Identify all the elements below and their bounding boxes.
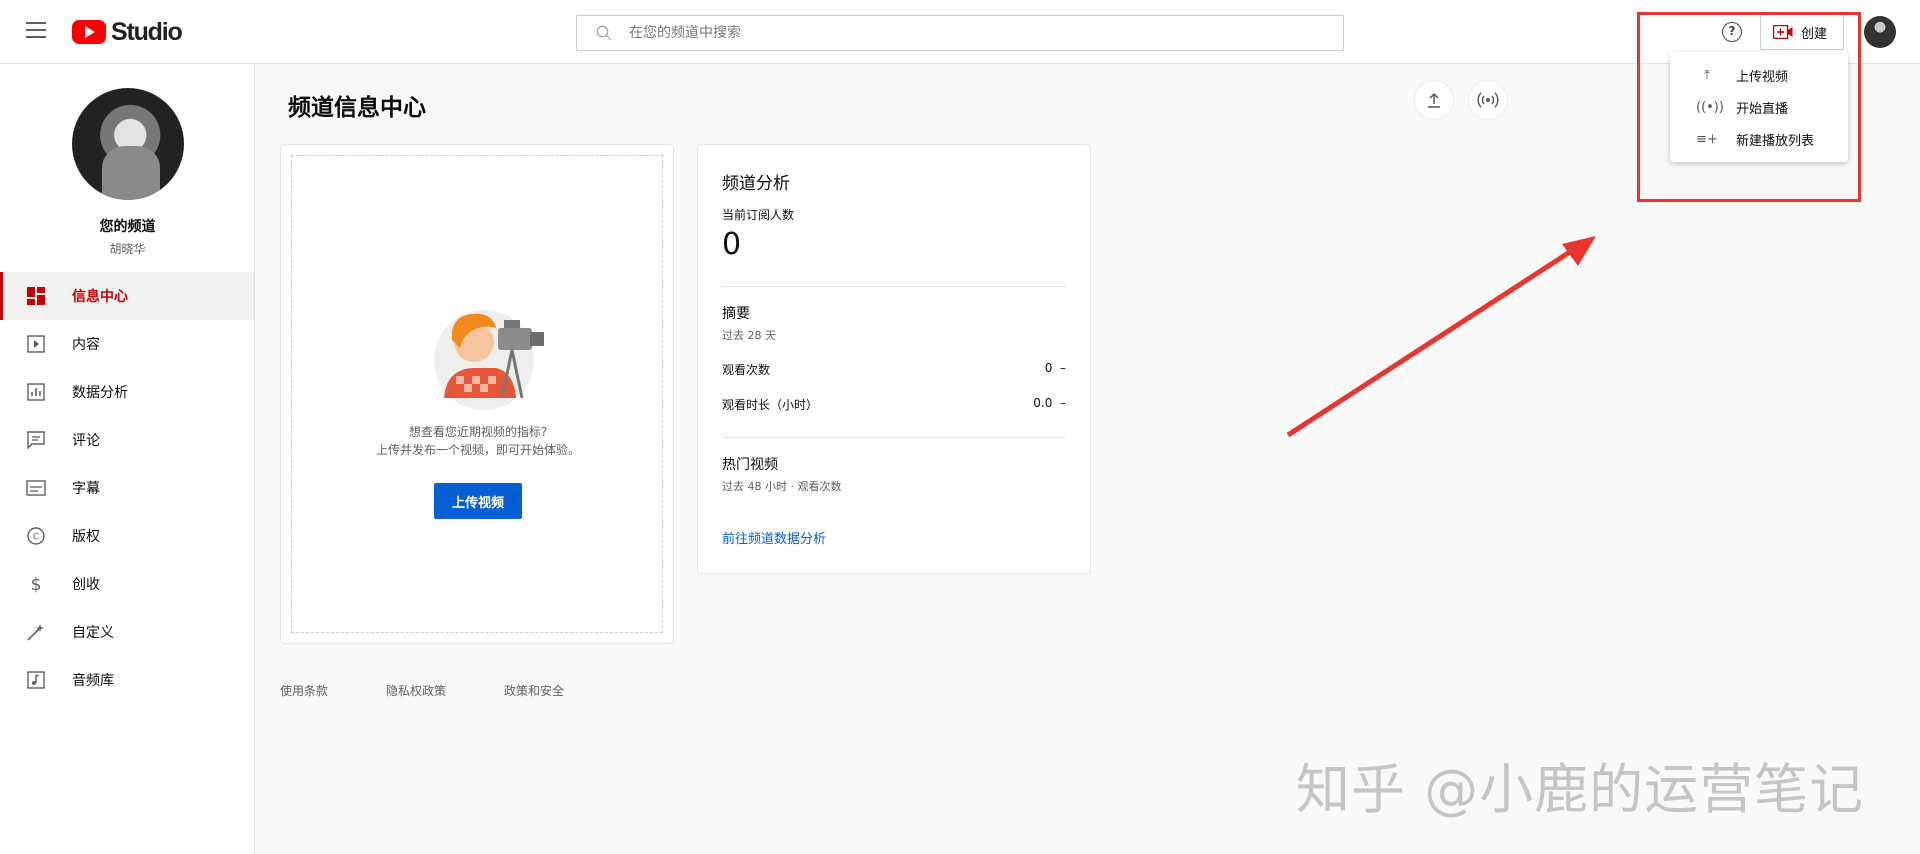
subscribers-label: 当前订阅人数 [722,208,795,222]
stat-label: 观看次数 [722,363,771,377]
channel-owner: 胡晓华 [109,242,146,256]
go-live-shortcut-button[interactable] [1468,80,1508,120]
footer-link-policy[interactable]: 政策和安全 [504,682,564,699]
annotation-arrow [1286,236,1596,438]
sidebar-item-dashboard[interactable]: 信息中心 [0,272,254,320]
stat-value: 0.0 – [1033,396,1066,410]
footer-link-terms[interactable]: 使用条款 [280,682,328,699]
upload-shortcut-button[interactable] [1414,80,1454,120]
sidebar-item-copyright[interactable]: C 版权 [0,512,254,560]
footer-links: 使用条款 隐私权政策 政策和安全 [280,682,622,699]
search-input[interactable] [629,25,1229,41]
sidebar-item-content[interactable]: 内容 [0,320,254,368]
sidebar: 您的频道 胡晓华 信息中心 内容 数据分析 评论 字幕 C 版权 $ 创收 自定… [0,64,255,854]
sidebar-item-label: 数据分析 [72,385,128,401]
stat-label: 观看时长（小时） [722,398,819,412]
page-title: 频道信息中心 [288,95,426,121]
studio-logo[interactable]: Studio [72,17,183,46]
svg-text:$: $ [31,575,42,594]
sidebar-item-label: 自定义 [72,625,114,641]
subscribers-count: 0 [722,227,742,262]
sidebar-item-label: 内容 [72,337,100,353]
sidebar-item-label: 版权 [72,529,100,545]
sidebar-item-label: 音频库 [72,673,114,689]
sidebar-item-label: 字幕 [72,481,100,497]
live-icon [1477,92,1499,108]
content-icon [26,334,46,354]
menu-icon[interactable] [26,22,46,38]
top-videos-title: 热门视频 [722,457,778,473]
svg-text:C: C [33,533,39,543]
upload-dropzone[interactable]: 想查看您近期视频的指标? 上传并发布一个视频，即可开始体验。 上传视频 [291,155,663,633]
stat-row-watch-time: 观看时长（小时） 0.0 – [722,396,1066,413]
sidebar-item-audio-library[interactable]: 音频库 [0,656,254,704]
analytics-icon [26,382,46,402]
sidebar-item-customization[interactable]: 自定义 [0,608,254,656]
upload-video-card: 想查看您近期视频的指标? 上传并发布一个视频，即可开始体验。 上传视频 [280,144,674,644]
analytics-title: 频道分析 [722,174,790,194]
go-to-analytics-link[interactable]: 前往频道数据分析 [722,528,1066,547]
sidebar-item-label: 信息中心 [72,289,128,305]
top-videos-sub: 过去 48 小时 · 观看次数 [722,480,842,493]
sidebar-item-label: 评论 [72,433,100,449]
annotation-highlight-box [1637,12,1861,202]
sidebar-item-subtitles[interactable]: 字幕 [0,464,254,512]
summary-period: 过去 28 天 [722,329,776,342]
upload-icon [1428,92,1440,108]
search-box[interactable] [576,15,1344,51]
sidebar-item-label: 创收 [72,577,100,593]
upload-video-button[interactable]: 上传视频 [434,483,522,519]
copyright-icon: C [26,526,46,546]
dashboard-icon [26,286,46,306]
footer-link-privacy[interactable]: 隐私权政策 [386,682,446,699]
monetization-icon: $ [26,574,46,594]
upload-hint: 想查看您近期视频的指标? 上传并发布一个视频，即可开始体验。 [292,423,664,459]
channel-title[interactable]: 您的频道 [0,216,255,236]
channel-analytics-card: 频道分析 当前订阅人数 0 摘要 过去 28 天 观看次数 0 – 观看时长（小… [697,144,1091,574]
upload-hint-line2: 上传并发布一个视频，即可开始体验。 [375,443,580,457]
sidebar-item-monetization[interactable]: $ 创收 [0,560,254,608]
comments-icon [26,430,46,450]
divider [722,437,1066,438]
channel-avatar[interactable] [72,88,184,200]
customization-icon [26,622,46,642]
camera-person-illustration [434,310,544,410]
logo-text: Studio [111,17,183,46]
sidebar-item-analytics[interactable]: 数据分析 [0,368,254,416]
subtitles-icon [26,478,46,498]
search-icon [596,25,612,41]
sidebar-nav: 信息中心 内容 数据分析 评论 字幕 C 版权 $ 创收 自定义 音频库 [0,272,254,704]
account-avatar[interactable] [1864,16,1896,48]
divider [722,286,1066,287]
top-app-bar: Studio ? 创建 [0,0,1920,64]
watermark: 知乎 @小鹿的运营笔记 [1296,758,1865,821]
stat-row-views: 观看次数 0 – [722,361,1066,378]
upload-hint-line1: 想查看您近期视频的指标? [408,425,548,439]
audio-library-icon [26,670,46,690]
sidebar-item-comments[interactable]: 评论 [0,416,254,464]
youtube-logo-icon [72,20,106,44]
stat-value: 0 – [1044,361,1066,375]
summary-title: 摘要 [722,306,750,322]
